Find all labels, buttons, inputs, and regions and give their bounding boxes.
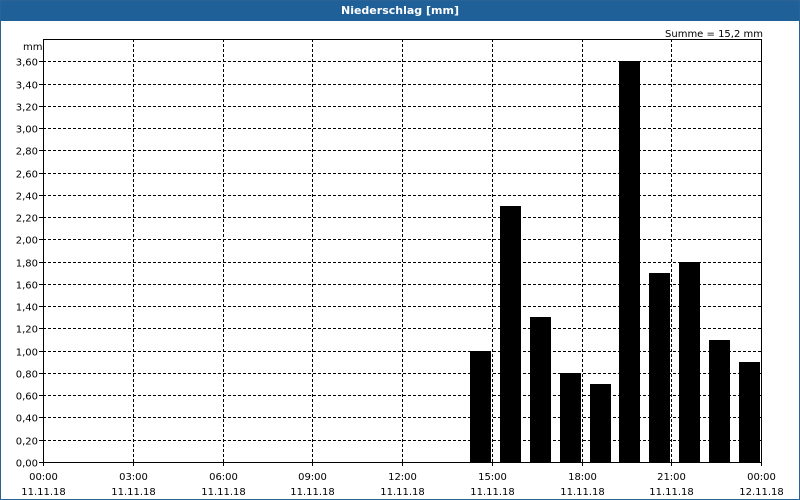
y-tick-label: 1,00 [16,348,38,359]
y-tick-label: 0,80 [16,370,38,381]
y-tick-label: 3,60 [16,58,38,69]
x-tick-time: 09:00 [298,472,327,483]
x-tick-date: 11.11.18 [560,487,605,498]
y-tick-label: 2,80 [16,147,38,158]
x-tick-date: 11.11.18 [649,487,694,498]
x-tick-date: 11.11.18 [21,487,66,498]
precipitation-bar [590,384,611,462]
y-tick-label: 1,60 [16,281,38,292]
y-tick-label: 0,40 [16,414,38,425]
y-tick-label: 2,40 [16,192,38,203]
precipitation-bar [649,273,670,462]
x-tick-date: 12.11.18 [739,487,784,498]
precipitation-bar [679,262,700,462]
y-tick-label: 3,40 [16,81,38,92]
y-tick-label: 1,80 [16,259,38,270]
x-tick-time: 06:00 [209,472,238,483]
y-tick-label: 0,00 [16,459,38,470]
precipitation-bar [739,362,760,462]
x-tick-time: 15:00 [478,472,507,483]
x-tick-time: 21:00 [657,472,686,483]
precipitation-chart: 0,00 0,20 0,40 0,60 0,80 1,00 1,20 1,40 1,60 1,80… [16,29,784,498]
y-tick-label: 0,60 [16,392,38,403]
y-tick-label: 2,20 [16,214,38,225]
precipitation-bar [470,351,491,462]
x-tick-date: 11.11.18 [380,487,425,498]
chart-window: Niederschlag [mm] 0,00 0,20 0,40 0,60 0,80 1,… [0,0,800,500]
y-tick-label: 2,00 [16,236,38,247]
y-axis-label: mm [23,42,42,53]
x-tick-date: 11.11.18 [201,487,246,498]
y-tick-label: 2,60 [16,170,38,181]
y-tick-label: 1,20 [16,325,38,336]
x-tick-date: 11.11.18 [111,487,156,498]
y-tick-label: 1,40 [16,303,38,314]
x-tick-time: 18:00 [568,472,597,483]
sum-label: Summe = 15,2 mm [665,29,763,40]
x-tick-time: 00:00 [747,472,776,483]
y-tick-label: 3,00 [16,125,38,136]
precipitation-bar [500,206,521,462]
x-tick-time: 00:00 [29,472,58,483]
y-tick-label: 3,20 [16,103,38,114]
precipitation-bar [560,373,581,462]
precipitation-bar [619,61,640,462]
x-tick-time: 03:00 [119,472,148,483]
x-tick-date: 11.11.18 [290,487,335,498]
y-tick-label: 0,20 [16,437,38,448]
x-tick-date: 11.11.18 [470,487,515,498]
precipitation-bar [530,317,551,462]
x-tick-time: 12:00 [388,472,417,483]
precipitation-bar [709,340,730,462]
